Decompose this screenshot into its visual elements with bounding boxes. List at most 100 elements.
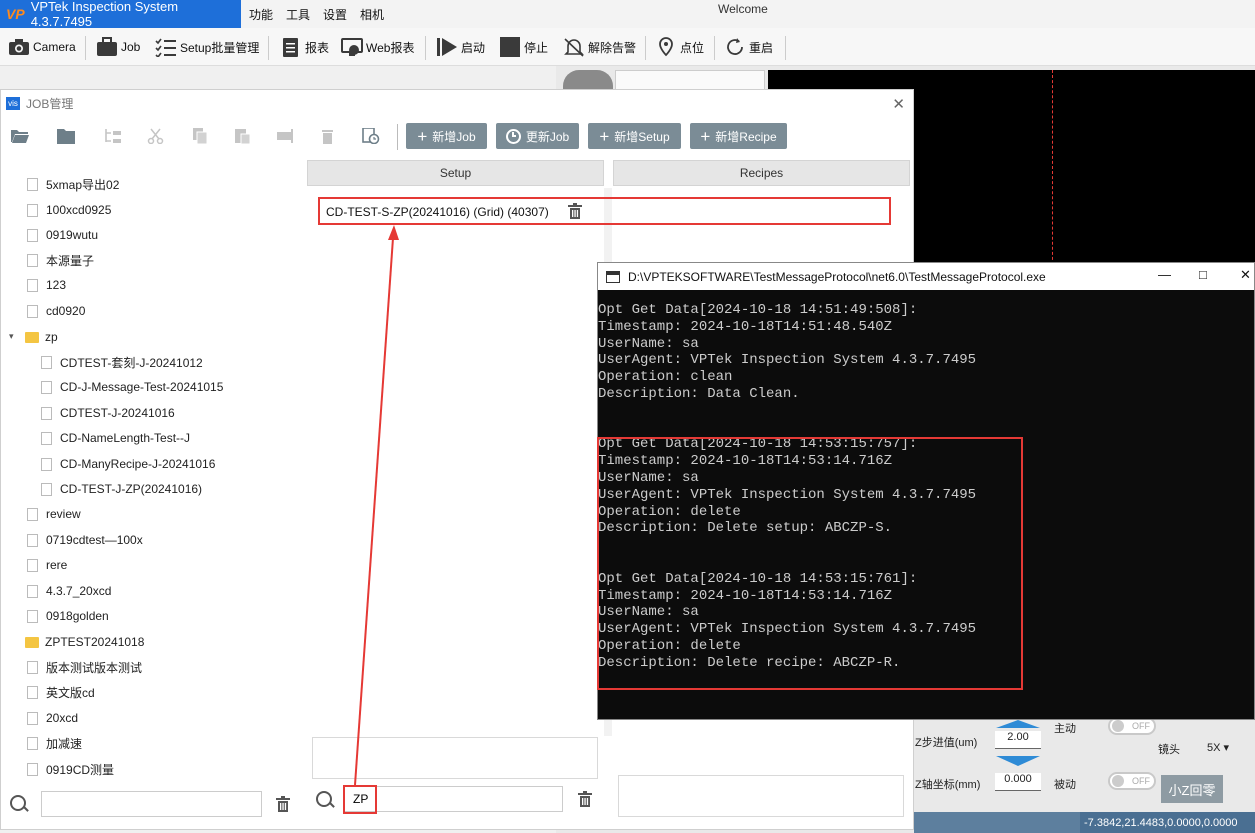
paste-icon[interactable] [234,128,252,145]
tree-item[interactable]: rere [27,556,67,574]
z-up-arrow-icon[interactable] [996,720,1040,728]
tree-item[interactable]: 0919wutu [27,226,98,244]
clear-alarm-button[interactable]: 解除告警 [563,34,636,60]
stop-button[interactable]: 停止 [499,34,548,60]
bell-off-icon [563,37,585,57]
tree-item[interactable]: 4.3.7_20xcd [27,582,111,600]
copy-icon[interactable] [191,128,209,145]
tree-item[interactable]: CD-NameLength-Test--J [41,429,190,447]
tree-item-label: 0918golden [46,609,109,623]
console-app-icon [606,270,620,283]
tree-item[interactable]: cd0920 [27,302,85,320]
tree-item[interactable]: CDTEST-J-20241016 [41,404,175,422]
tree-item[interactable]: 版本测试版本测试 [27,658,142,676]
delete-icon[interactable] [319,128,337,144]
z-home-button[interactable]: 小Z回零 [1161,775,1223,803]
setup-batch-button[interactable]: Setup批量管理 [155,34,259,60]
folder-icon[interactable] [57,128,75,144]
trash-icon[interactable] [276,796,290,812]
monitor-icon [341,37,363,57]
menu-function[interactable]: 功能 [249,6,273,23]
toolbar-divider [85,36,86,60]
passive-toggle[interactable]: OFF [1108,772,1156,790]
job-button[interactable]: Job [96,34,140,60]
console-line: UserName: sa [598,335,699,352]
clear-alarm-label: 解除告警 [588,40,637,55]
tree-item[interactable]: 0918golden [27,607,109,625]
menu-tools[interactable]: 工具 [286,6,310,23]
new-setup-button[interactable]: + 新增Setup [588,123,681,149]
tree-item[interactable]: 0719cdtest—100x [27,531,143,549]
lens-select[interactable]: 5X ▾ [1207,741,1229,754]
job-label: Job [121,40,141,54]
menu-camera[interactable]: 相机 [360,6,384,23]
camera-button[interactable]: Camera [8,34,76,60]
tree-item[interactable]: 100xcd0925 [27,201,111,219]
web-report-label: Web报表 [366,40,415,55]
z-step-input[interactable]: 2.00 [995,731,1041,749]
maximize-icon[interactable]: □ [1199,267,1207,282]
new-recipe-label: 新增Recipe [715,129,777,144]
tree-item[interactable]: review [27,505,81,523]
tree-item-label: 0719cdtest—100x [46,533,143,547]
tree-item[interactable]: 5xmap导出02 [27,175,119,193]
close-icon[interactable]: ✕ [1240,267,1251,283]
start-button[interactable]: 启动 [436,34,485,60]
new-recipe-button[interactable]: + 新增Recipe [690,123,787,149]
tree-item-label: 英文版cd [46,685,95,700]
new-job-label: 新增Job [432,129,476,144]
z-down-arrow-icon[interactable] [996,756,1040,766]
report-button[interactable]: 报表 [280,34,329,60]
chevron-down-icon: ▾ [1223,742,1230,754]
status-coordinates: -7.3842,21.4483,0.0000,0.0000 [1080,812,1255,833]
tree-search-input[interactable] [41,791,262,817]
tree-folder[interactable]: ZPTEST20241018 [25,633,144,651]
chevron-down-icon[interactable]: ▾ [9,331,14,342]
minimize-icon[interactable]: — [1158,267,1171,282]
point-button[interactable]: 点位 [655,34,704,60]
restart-button[interactable]: 重启 [724,34,773,60]
cut-icon[interactable] [147,128,165,145]
history-file-icon[interactable] [362,127,380,145]
tree-item[interactable]: CD-J-Message-Test-20241015 [41,378,223,396]
tree-structure-icon[interactable] [104,128,122,144]
trash-icon[interactable] [578,791,592,807]
lens-label: 镜头 [1158,744,1180,756]
tree-item[interactable]: 本源量子 [27,251,94,269]
tree-item[interactable]: 123 [27,276,66,294]
open-folder-icon[interactable] [11,128,29,144]
tree-item[interactable]: CD-TEST-J-ZP(20241016) [41,480,202,498]
new-job-button[interactable]: + 新增Job [406,123,487,149]
plus-icon: + [417,126,428,146]
tree-item[interactable]: 英文版cd [27,683,95,701]
console-line: Operation: clean [598,369,733,386]
search-icon [316,791,332,807]
tree-item-label: zp [45,330,58,344]
tree-item-label: review [46,507,81,521]
menu-settings[interactable]: 设置 [323,6,347,23]
highlight-setup-item [318,197,891,225]
console-line: Description: Data Clean. [598,385,800,402]
close-icon[interactable]: ✕ [892,95,905,113]
tree-item[interactable]: CDTEST-套刻-J-20241012 [41,353,203,371]
tree-item[interactable]: CD-ManyRecipe-J-20241016 [41,455,215,473]
file-icon [41,355,52,369]
status-bar-left [914,812,1080,833]
z-coord-input[interactable]: 0.000 [995,773,1041,791]
tree-item[interactable]: 加减速 [27,734,82,752]
highlight-console-delete-logs [597,437,1023,690]
rename-icon[interactable] [277,128,295,144]
file-icon [27,177,38,191]
setup-detail-box [312,737,598,779]
tree-item[interactable]: 20xcd [27,709,78,727]
tree-item[interactable]: 0919CD测量 [27,760,114,778]
update-job-button[interactable]: 更新Job [496,123,579,149]
search-icon [10,795,26,811]
camera-label: Camera [33,40,76,54]
web-report-button[interactable]: Web报表 [341,34,414,60]
camera-icon [8,37,30,57]
tree-item-label: CD-ManyRecipe-J-20241016 [60,457,216,471]
tree-folder-zp[interactable]: zp [25,328,58,346]
file-icon [27,533,38,547]
